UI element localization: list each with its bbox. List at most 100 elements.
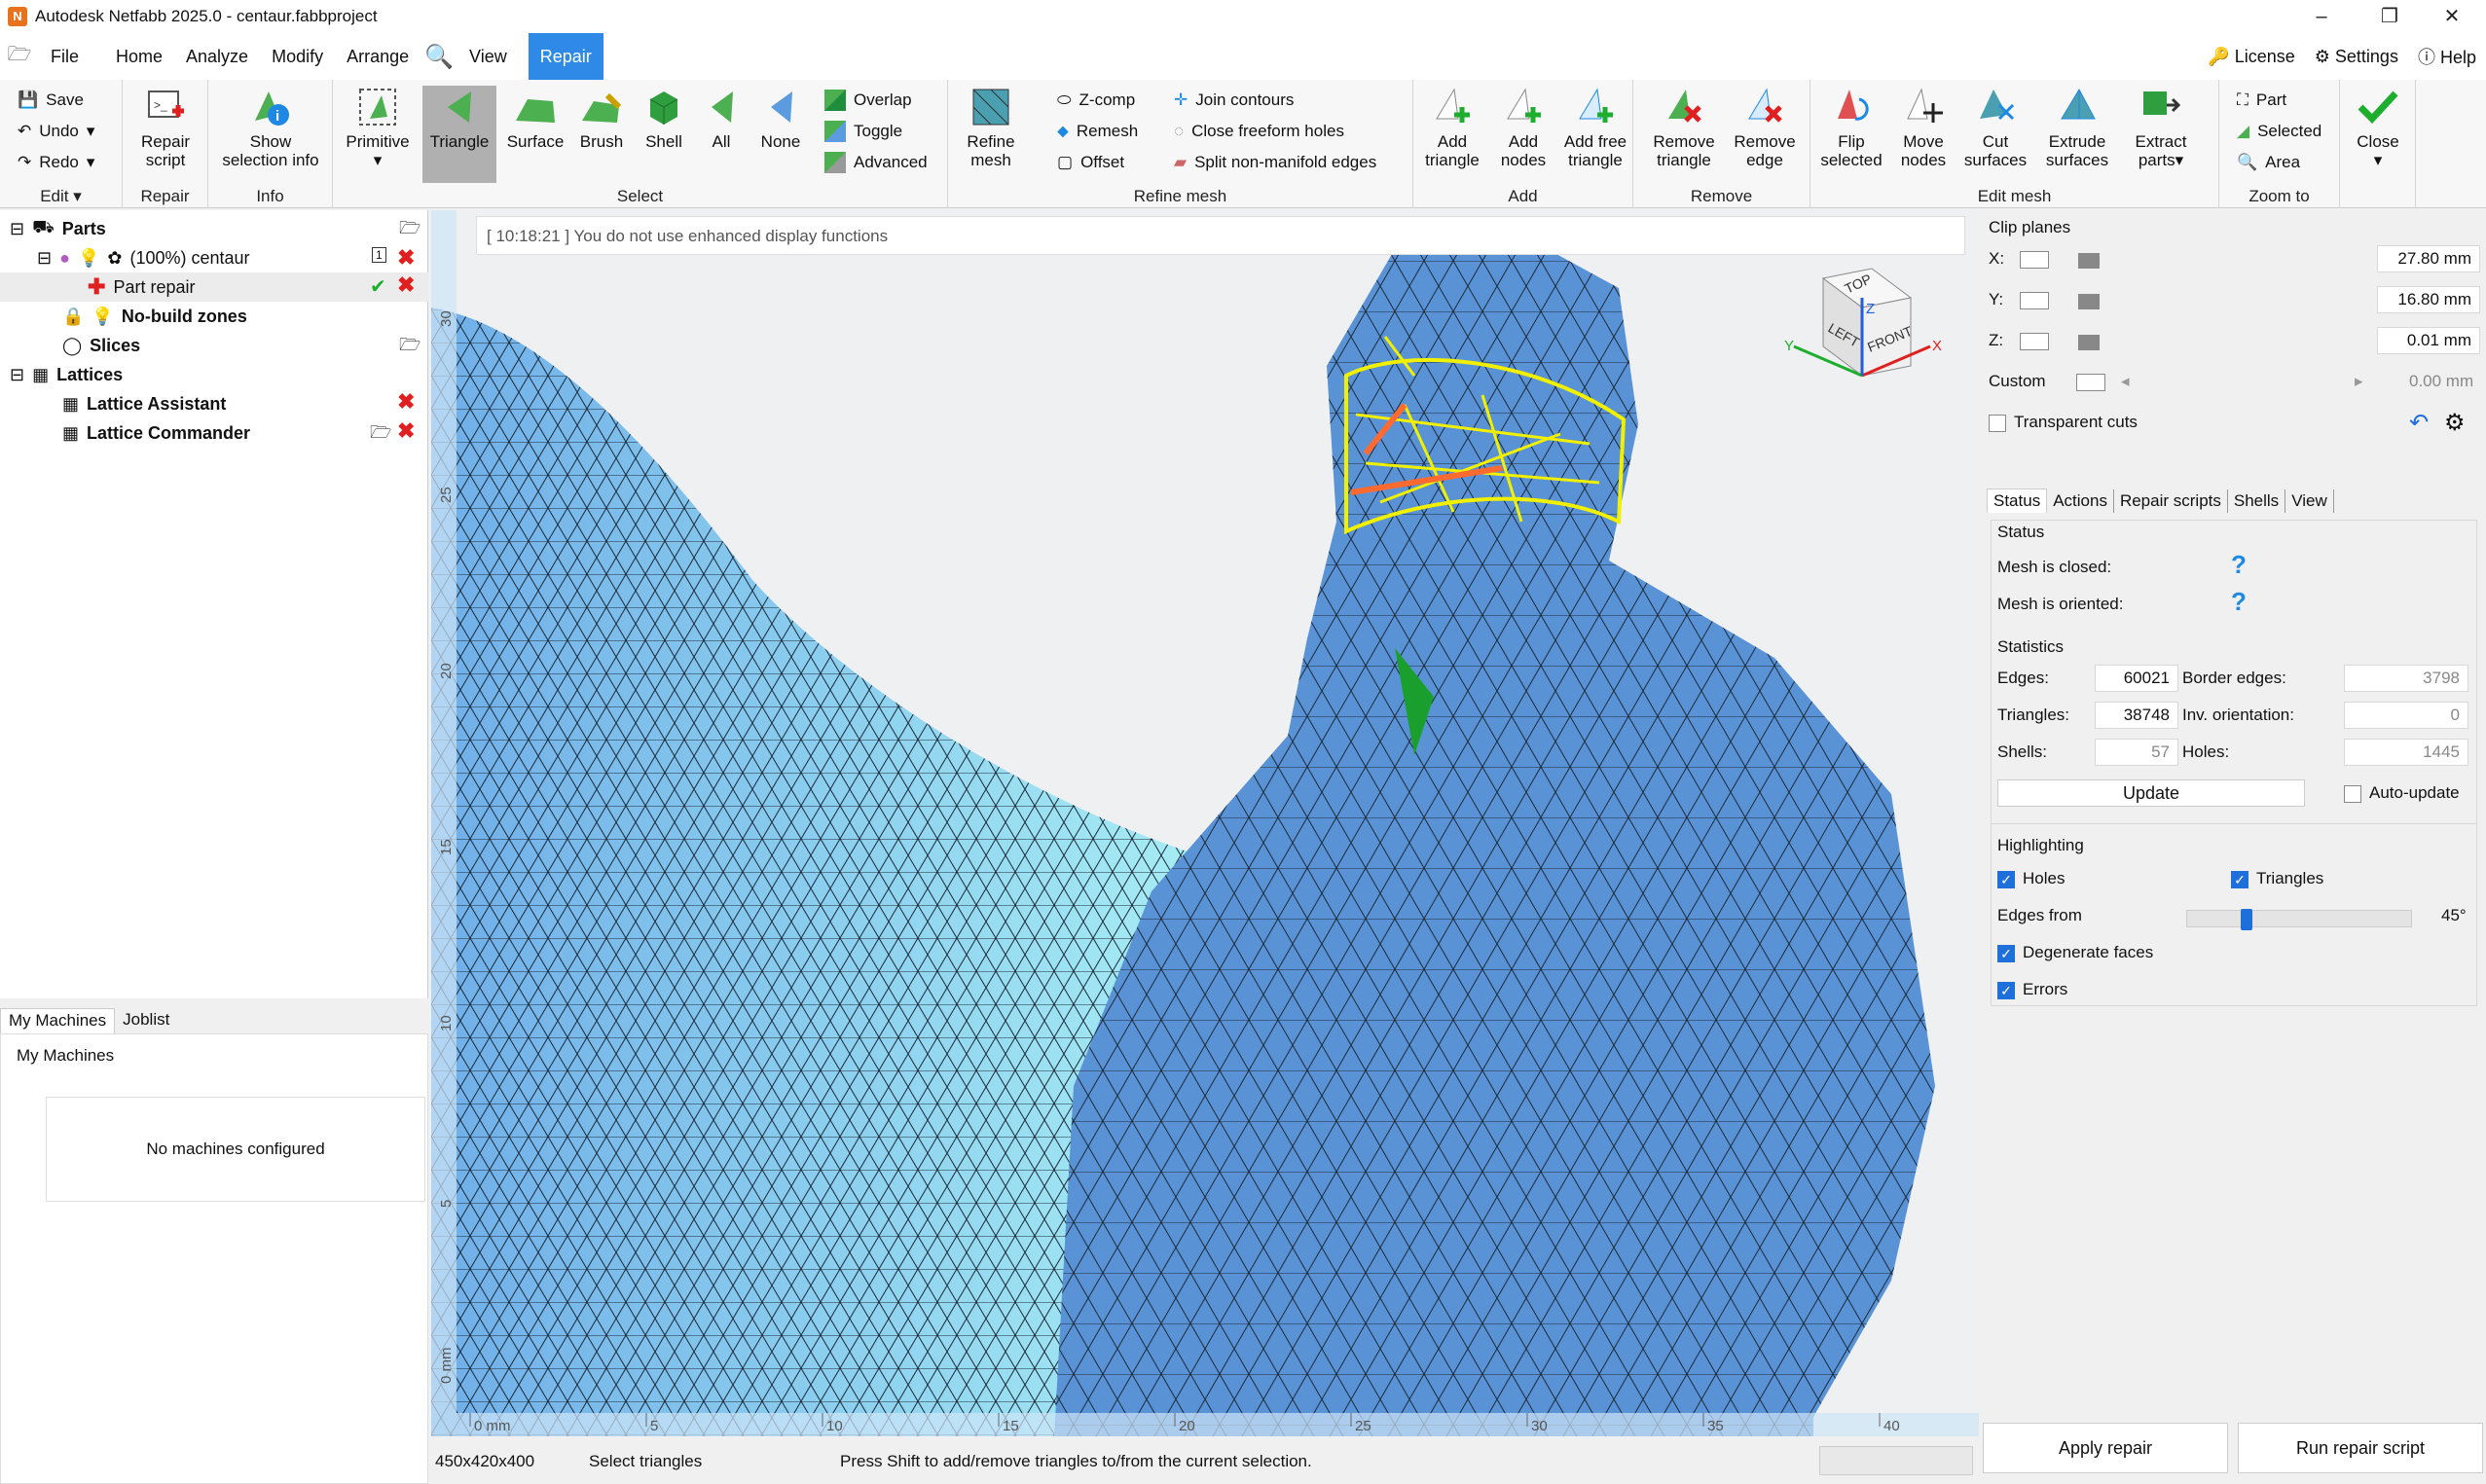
close-repair-button[interactable]: Close ▾ [2344,86,2412,169]
select-none-button[interactable]: None [751,86,810,151]
tree-lattice-commander[interactable]: ▦ Lattice Commander [62,418,250,448]
edges-angle-slider[interactable] [2186,909,2412,930]
move-nodes-button[interactable]: Move nodes [1892,86,1955,169]
auto-update-box[interactable] [2344,784,2361,803]
clip-x-checkbox[interactable] [2020,251,2049,269]
repair-script-button[interactable]: >_ Repair script [130,86,201,169]
reset-clip-icon[interactable]: ↶ [2409,409,2429,437]
lattice-folder-icon[interactable]: 🗁 [370,420,391,450]
remove-lattice-assistant-icon[interactable]: ✖ [397,389,415,415]
join-contours-button[interactable]: ✛ Join contours [1174,86,1294,115]
holes-checkbox[interactable]: ✓ Holes [1997,869,2065,888]
license-button[interactable]: 🔑 License [2208,47,2294,67]
save-button[interactable]: 💾 Save [18,86,84,115]
menu-arrange[interactable]: Arrange [335,33,420,80]
menu-file[interactable]: File [39,33,91,80]
remove-lattice-commander-icon[interactable]: ✖ [397,418,415,444]
zoom-part-button[interactable]: ⛶ Part [2237,86,2286,115]
menu-home[interactable]: Home [104,33,174,80]
run-repair-script-button[interactable]: Run repair script [2238,1423,2483,1473]
apply-check-icon[interactable]: ✔ [370,274,386,299]
tab-my-machines[interactable]: My Machines [0,1008,116,1033]
cancel-repair-icon[interactable]: ✖ [397,272,415,298]
clip-custom-checkbox[interactable] [2076,374,2105,391]
clip-y-checkbox[interactable] [2020,292,2049,309]
brush-button[interactable]: Brush [572,86,631,151]
degenerate-check[interactable]: ✓ [1997,944,2015,962]
add-nodes-button[interactable]: Add nodes [1491,86,1555,169]
cut-surfaces-button[interactable]: Cut surfaces [1960,86,2030,169]
remove-triangle-button[interactable]: Remove triangle [1647,86,1721,169]
settings-button[interactable]: ⚙ Settings [2315,47,2398,67]
collapse-icon[interactable]: ⊟ [37,248,52,269]
menu-view[interactable]: View [457,33,519,80]
slices-folder-icon[interactable]: 🗁 [399,333,420,362]
advanced-button[interactable]: Advanced [824,148,928,177]
surface-button[interactable]: Surface [504,86,567,151]
zoom-selected-button[interactable]: ◢ Selected [2237,117,2321,146]
tree-parts[interactable]: ⊟ ⛟ Parts [10,214,106,243]
collapse-icon[interactable]: ⊟ [10,365,24,385]
transparent-cuts-checkbox[interactable]: Transparent cuts [1989,413,2138,432]
custom-right-arrow-icon[interactable]: ▸ [2355,372,2363,391]
clip-x-slider[interactable] [2078,253,2100,269]
zcomp-button[interactable]: ⬭ Z-comp [1057,86,1135,115]
3d-viewport[interactable]: 0 mm 5 10 15 20 25 30 35 40 30 25 20 15 10 5 0 mm TOP … [431,210,1979,1436]
primitive-button[interactable]: Primitive ▾ [343,86,413,169]
remove-part-icon[interactable]: ✖ [397,245,415,271]
tab-status[interactable]: Status [1987,489,2048,513]
collapse-icon[interactable]: ⊟ [10,219,24,239]
holes-check[interactable]: ✓ [1997,870,2015,888]
menu-modify[interactable]: Modify [260,33,335,80]
flip-selected-button[interactable]: Flip selected [1814,86,1888,169]
add-triangle-button[interactable]: Add triangle [1417,86,1487,169]
clip-z-slider[interactable] [2078,335,2100,350]
tab-joblist[interactable]: Joblist [115,1008,177,1033]
shell-button[interactable]: Shell [637,86,691,151]
overlap-button[interactable]: Overlap [824,86,912,115]
redo-button[interactable]: ↷ Redo ▾ [18,148,94,177]
close-freeform-holes-button[interactable]: ◌ Close freeform holes [1174,117,1344,146]
custom-left-arrow-icon[interactable]: ◂ [2121,372,2130,391]
undo-button[interactable]: ↶ Undo ▾ [18,117,94,146]
triangles-check[interactable]: ✓ [2231,870,2248,888]
offset-button[interactable]: ▢ Offset [1057,148,1124,177]
remove-edge-button[interactable]: Remove edge [1729,86,1801,169]
open-folder-icon[interactable]: 🗁 [0,40,39,73]
clip-y-slider[interactable] [2078,294,2100,309]
errors-check[interactable]: ✓ [1997,981,2015,999]
toggle-button[interactable]: Toggle [824,117,902,146]
auto-update-checkbox[interactable]: Auto-update [2344,783,2460,803]
tab-view[interactable]: View [2285,489,2334,513]
extrude-surfaces-button[interactable]: Extrude surfaces [2036,86,2118,169]
triangle-button[interactable]: Triangle [422,86,496,183]
errors-checkbox[interactable]: ✓ Errors [1997,980,2067,999]
refine-mesh-button[interactable]: Refine mesh [956,86,1026,169]
show-selection-info-button[interactable]: i Show selection info [212,86,329,169]
help-button[interactable]: ⓘ Help [2418,44,2476,69]
tab-shells[interactable]: Shells [2228,489,2286,513]
tab-actions[interactable]: Actions [2047,489,2114,513]
menu-repair[interactable]: Repair [528,33,603,80]
group-edit-label[interactable]: Edit ▾ [0,187,122,208]
search-icon[interactable]: 🔍 [424,43,454,71]
slider-thumb[interactable] [2241,909,2252,930]
menu-analyze[interactable]: Analyze [174,33,260,80]
tab-repair-scripts[interactable]: Repair scripts [2114,489,2228,513]
clip-z-checkbox[interactable] [2020,333,2049,350]
clip-z-value[interactable]: 0.01 mm [2377,327,2480,354]
tree-part-repair[interactable]: ✚ Part repair [88,272,195,302]
update-button[interactable]: Update [1997,779,2305,807]
zoom-area-button[interactable]: 🔍 Area [2237,148,2300,177]
close-window-icon[interactable]: ✕ [2418,0,2486,33]
tree-lattice-assistant[interactable]: ▦ Lattice Assistant [62,389,226,418]
extract-parts-button[interactable]: Extract parts▾ [2124,86,2198,169]
triangles-checkbox[interactable]: ✓ Triangles [2231,869,2323,888]
select-all-button[interactable]: All [697,86,746,151]
tree-lattices[interactable]: ⊟ ▦ Lattices [10,360,123,389]
tree-centaur[interactable]: ⊟ ● 💡 ✿ (100%) centaur [37,243,250,272]
split-non-manifold-button[interactable]: ▰ Split non-manifold edges [1174,148,1376,177]
restore-icon[interactable]: ❐ [2356,0,2424,33]
clip-settings-gear-icon[interactable]: ⚙ [2444,409,2466,437]
clip-x-value[interactable]: 27.80 mm [2377,245,2480,272]
